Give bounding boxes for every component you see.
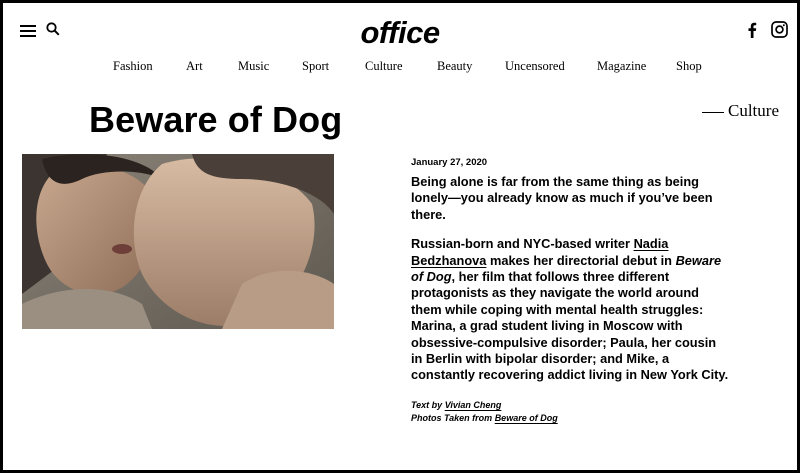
- article-body: January 27, 2020 Being alone is far from…: [411, 157, 731, 425]
- nav-item-magazine[interactable]: Magazine: [597, 59, 646, 74]
- photo-credit: Photos Taken from Beware of Dog: [411, 412, 731, 425]
- nav-item-uncensored[interactable]: Uncensored: [505, 59, 565, 74]
- photo-source-link[interactable]: Beware of Dog: [495, 413, 558, 423]
- body-text: makes her directorial debut in: [486, 252, 676, 268]
- article-title: Beware of Dog: [89, 99, 343, 140]
- nav-item-culture[interactable]: Culture: [365, 59, 403, 74]
- logo-link[interactable]: office: [303, 9, 497, 50]
- site-logo: office: [360, 15, 440, 50]
- text-credit: Text by Vivian Cheng: [411, 399, 731, 412]
- instagram-icon[interactable]: [771, 21, 788, 38]
- page: office Fashion Art Music Sport Culture B…: [0, 0, 800, 473]
- nav-item-shop[interactable]: Shop: [676, 59, 702, 74]
- nav-item-art[interactable]: Art: [186, 59, 203, 74]
- facebook-icon[interactable]: [747, 22, 757, 38]
- section-tag[interactable]: Culture: [702, 101, 779, 121]
- text-credit-label: Text by: [411, 399, 445, 410]
- nav-item-sport[interactable]: Sport: [302, 59, 329, 74]
- writer-link-vivian-cheng[interactable]: Vivian Cheng: [445, 400, 502, 410]
- photo-credit-label: Photos Taken from: [411, 412, 495, 423]
- section-dash: [702, 111, 724, 113]
- article-date: January 27, 2020: [411, 157, 488, 168]
- hamburger-menu-icon[interactable]: [20, 25, 36, 37]
- film-still-illustration: [22, 154, 334, 329]
- body-text: Russian-born and NYC-based writer: [411, 236, 634, 252]
- nav-item-fashion[interactable]: Fashion: [113, 59, 153, 74]
- search-icon[interactable]: [46, 22, 60, 36]
- hero-image: [22, 154, 334, 329]
- article-credits: Text by Vivian Cheng Photos Taken from B…: [411, 399, 731, 425]
- body-text: , her film that follows three different …: [411, 269, 729, 383]
- nav-item-music[interactable]: Music: [238, 59, 269, 74]
- article-paragraph: Russian-born and NYC-based writer Nadia …: [411, 236, 731, 384]
- section-label: Culture: [728, 101, 779, 120]
- nav-item-beauty[interactable]: Beauty: [437, 59, 472, 74]
- article-lede: Being alone is far from the same thing a…: [411, 174, 713, 222]
